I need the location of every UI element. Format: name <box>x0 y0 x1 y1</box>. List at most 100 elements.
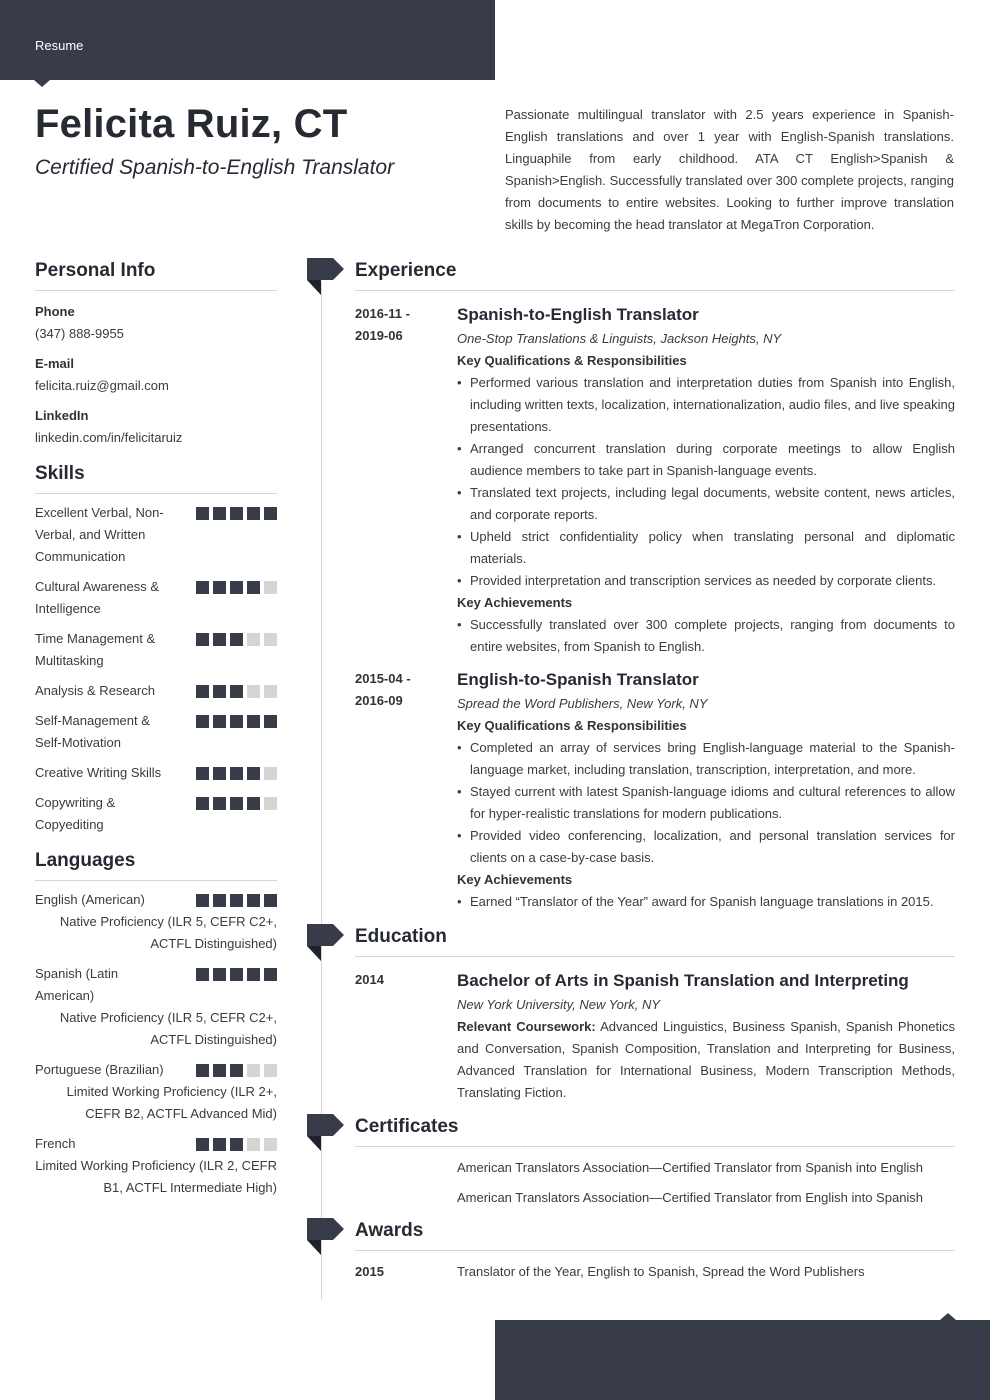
responsibilities-list: Performed various translation and interp… <box>457 372 955 592</box>
award-item: 2015 Translator of the Year, English to … <box>355 1261 955 1283</box>
language-proficiency: Limited Working Proficiency (ILR 2, CEFR… <box>35 1158 277 1195</box>
school: New York University, New York, NY <box>457 997 661 1012</box>
section-heading: Personal Info <box>35 258 277 291</box>
skill-item: Time Management & Multitasking <box>35 628 277 672</box>
rating-dot-filled <box>230 894 243 907</box>
education-entry: 2014 Bachelor of Arts in Spanish Transla… <box>355 969 955 1104</box>
coursework: Relevant Coursework: Advanced Linguistic… <box>457 1016 955 1104</box>
rating-dot-filled <box>230 968 243 981</box>
rating-dot-empty <box>264 581 277 594</box>
rating-dot-filled <box>264 894 277 907</box>
languages-section: Languages English (American) Native Profi… <box>35 848 277 1199</box>
job-title: English-to-Spanish Translator <box>457 670 699 689</box>
rating-dot-filled <box>230 797 243 810</box>
language-name: Portuguese (Brazilian) <box>35 1062 164 1077</box>
candidate-name: Felicita Ruiz, CT <box>35 102 348 146</box>
rating-dots <box>196 968 277 981</box>
rating-dot-filled <box>213 581 226 594</box>
rating-dot-filled <box>213 968 226 981</box>
rating-dot-filled <box>264 968 277 981</box>
rating-dot-filled <box>247 715 260 728</box>
rating-dots <box>196 633 277 646</box>
certificates-section: Certificates American Translators Associ… <box>355 1114 955 1209</box>
rating-dot-filled <box>213 633 226 646</box>
rating-dot-filled <box>264 507 277 520</box>
phone-value: (347) 888-9955 <box>35 326 124 341</box>
achievement-item: Earned “Translator of the Year” award fo… <box>457 891 955 913</box>
section-flag-icon <box>307 924 344 962</box>
rating-dot-filled <box>230 767 243 780</box>
responsibilities-list: Completed an array of services bring Eng… <box>457 737 955 869</box>
language-row: French <box>35 1133 277 1155</box>
responsibility-item: Upheld strict confidentiality policy whe… <box>457 526 955 570</box>
rating-dot-filled <box>196 633 209 646</box>
rating-dot-empty <box>264 1138 277 1151</box>
responsibility-item: Provided video conferencing, localizatio… <box>457 825 955 869</box>
skill-name: Analysis & Research <box>35 683 155 698</box>
job-start-date: 2015-04 - <box>355 671 411 686</box>
rating-dot-filled <box>196 894 209 907</box>
rating-dot-filled <box>196 1064 209 1077</box>
rating-dots <box>196 1138 277 1151</box>
rating-dot-filled <box>230 685 243 698</box>
awards-section: Awards 2015 Translator of the Year, Engl… <box>355 1218 955 1283</box>
rating-dot-filled <box>213 894 226 907</box>
section-heading: Education <box>355 924 955 957</box>
rating-dot-filled <box>247 507 260 520</box>
language-proficiency: Limited Working Proficiency (ILR 2+, CEF… <box>66 1084 277 1121</box>
rating-dot-empty <box>264 797 277 810</box>
rating-dots <box>196 581 277 594</box>
job-entry: 2015-04 - 2016-09 English-to-Spanish Trans… <box>355 668 955 913</box>
language-proficiency: Native Proficiency (ILR 5, CEFR C2+, ACT… <box>59 1010 277 1047</box>
rating-dots <box>196 507 277 520</box>
candidate-title: Certified Spanish-to-English Translator <box>35 156 395 179</box>
rating-dot-empty <box>247 685 260 698</box>
rating-dot-empty <box>247 1064 260 1077</box>
job-entry: 2016-11 - 2019-06 Spanish-to-English Trans… <box>355 303 955 658</box>
rating-dot-empty <box>264 685 277 698</box>
banner-notch <box>34 80 50 87</box>
job-title: Spanish-to-English Translator <box>457 305 699 324</box>
education-date: 2014 <box>355 972 384 987</box>
personal-info-section: Personal Info Phone (347) 888-9955 E-mai… <box>35 258 277 447</box>
skill-item: Creative Writing Skills <box>35 762 277 784</box>
rating-dot-filled <box>196 715 209 728</box>
responsibilities-heading: Key Qualifications & Responsibilities <box>457 353 687 368</box>
skill-item: Cultural Awareness & Intelligence <box>35 576 277 620</box>
document-label: Resume <box>35 38 84 53</box>
education-section: Education 2014 Bachelor of Arts in Spani… <box>355 924 955 1104</box>
rating-dots <box>196 767 277 780</box>
skill-name: Cultural Awareness & Intelligence <box>35 579 160 616</box>
job-dates: 2016-11 - 2019-06 <box>355 303 457 658</box>
rating-dot-filled <box>247 894 260 907</box>
section-flag-icon <box>307 258 344 296</box>
rating-dots <box>196 894 277 907</box>
language-item: English (American) Native Proficiency (IL… <box>35 889 277 955</box>
rating-dots <box>196 685 277 698</box>
skill-item: Excellent Verbal, Non-Verbal, and Writte… <box>35 502 277 568</box>
rating-dot-empty <box>264 767 277 780</box>
rating-dot-filled <box>213 507 226 520</box>
job-dates: 2015-04 - 2016-09 <box>355 668 457 913</box>
linkedin-value[interactable]: linkedin.com/in/felicitaruiz <box>35 429 277 447</box>
rating-dot-filled <box>230 507 243 520</box>
rating-dot-filled <box>230 581 243 594</box>
email-value[interactable]: felicita.ruiz@gmail.com <box>35 377 277 395</box>
rating-dot-filled <box>247 767 260 780</box>
responsibility-item: Arranged concurrent translation during c… <box>457 438 955 482</box>
banner-notch <box>940 1313 956 1320</box>
rating-dots <box>196 1064 277 1077</box>
rating-dot-filled <box>247 968 260 981</box>
degree: Bachelor of Arts in Spanish Translation … <box>457 971 909 990</box>
skill-name: Creative Writing Skills <box>35 765 162 780</box>
skill-name: Copywriting & Copyediting <box>35 795 116 832</box>
coursework-label: Relevant Coursework: <box>457 1019 596 1034</box>
language-item: French Limited Working Proficiency (ILR 2… <box>35 1133 277 1199</box>
language-row: Spanish (Latin American) <box>35 963 277 1007</box>
responsibility-item: Translated text projects, including lega… <box>457 482 955 526</box>
job-end-date: 2019-06 <box>355 328 403 343</box>
rating-dot-filled <box>213 797 226 810</box>
achievement-item: Successfully translated over 300 complet… <box>457 614 955 658</box>
responsibility-item: Performed various translation and interp… <box>457 372 955 438</box>
section-heading: Awards <box>355 1218 955 1251</box>
